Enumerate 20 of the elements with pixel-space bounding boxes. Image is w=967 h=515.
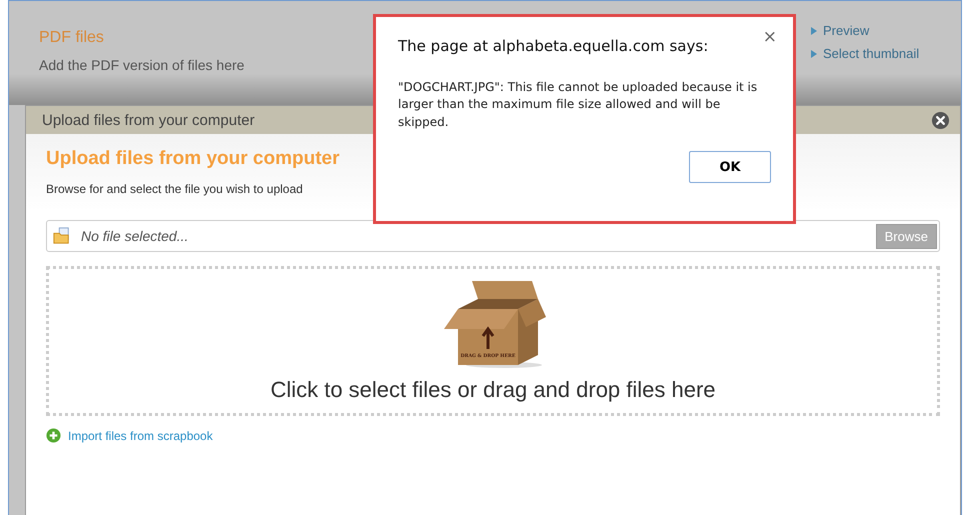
section-description: Add the PDF version of files here <box>39 57 244 73</box>
alert-message: "DOGCHART.JPG": This file cannot be uploaded because it is larger than the maximum file size allowed and will be skipped. <box>398 79 758 131</box>
close-button[interactable]: × <box>762 27 777 47</box>
plus-icon <box>46 428 61 443</box>
close-icon[interactable] <box>931 110 950 130</box>
section-title: PDF files <box>39 29 105 47</box>
side-link[interactable]: Select thumbnail <box>823 46 920 61</box>
modal-heading: Upload files from your computer <box>46 148 340 170</box>
alert-title: The page at alphabeta.equella.com says: <box>398 37 708 55</box>
instructions: Browse for and select the file you wish to upload <box>46 182 304 196</box>
side-link[interactable]: Preview <box>823 23 870 38</box>
modal-title: Upload files from your computer <box>42 112 255 128</box>
triangle-icon <box>811 50 817 58</box>
drop-zone-text: Click to select files or drag and drop files here <box>270 377 716 403</box>
triangle-icon <box>811 26 817 34</box>
folder-icon <box>53 227 71 245</box>
file-placeholder: No file selected... <box>81 228 190 244</box>
ok-button[interactable]: OK <box>689 151 771 184</box>
import-link[interactable]: Import files from scrapbook <box>68 428 213 442</box>
file-field[interactable]: No file selected... Browse <box>46 220 940 252</box>
